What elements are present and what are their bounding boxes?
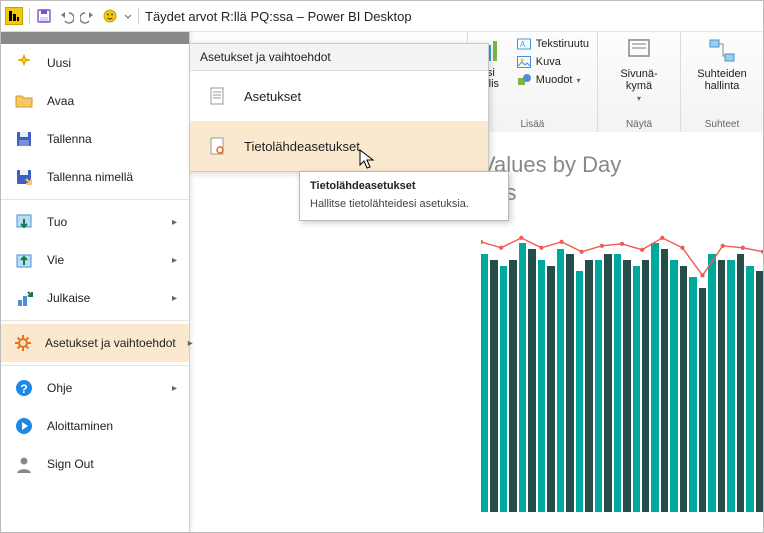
chart-point[interactable] <box>519 236 523 240</box>
ribbon-btn-tekstiruutu[interactable]: A Tekstiruutu <box>516 36 589 52</box>
play-icon <box>13 416 35 436</box>
ribbon-group-label: Näytä <box>626 117 652 130</box>
doc-lines-icon <box>204 81 230 111</box>
file-menu-item-aloittaminen[interactable]: Aloittaminen <box>1 407 189 445</box>
submenu-item-label: Asetukset <box>244 89 301 104</box>
chart-point[interactable] <box>499 246 503 250</box>
submenu-item-tietol-hdeasetukset[interactable]: Tietolähdeasetukset <box>190 121 488 171</box>
undo-icon[interactable] <box>58 8 74 24</box>
chart-point[interactable] <box>481 240 483 244</box>
menu-item-label: Aloittaminen <box>47 419 113 433</box>
divider <box>29 8 30 24</box>
svg-text:A: A <box>520 40 526 49</box>
tooltip-title: Tietolähdeasetukset <box>310 180 498 192</box>
chart-point[interactable] <box>620 242 624 246</box>
chart-point[interactable] <box>559 240 563 244</box>
ribbon-btn-suhteiden-hallinta[interactable]: Suhteiden hallinta <box>697 36 747 92</box>
chart-point[interactable] <box>761 250 763 254</box>
tooltip-body: Hallitse tietolähteidesi asetuksia. <box>310 198 498 210</box>
sparkle-icon <box>13 53 35 73</box>
file-menu-item-tuo[interactable]: Tuo <box>1 203 189 241</box>
file-menu-header <box>1 32 189 44</box>
menu-item-label: Tallenna <box>47 132 92 146</box>
menu-item-label: Vie <box>47 253 64 267</box>
chart-point[interactable] <box>600 244 604 248</box>
file-menu-item-asetukset-ja-vaihtoehdot[interactable]: Asetukset ja vaihtoehdot <box>1 324 189 362</box>
chart-point[interactable] <box>741 246 745 250</box>
publish-icon <box>13 288 35 308</box>
menu-separator <box>1 320 189 321</box>
gear-icon <box>13 333 33 353</box>
submenu-title: Asetukset ja vaihtoehdot <box>190 44 488 71</box>
file-menu-item-tallenna-nimell-[interactable]: Tallenna nimellä <box>1 158 189 196</box>
menu-item-label: Uusi <box>47 56 71 70</box>
file-menu-item-avaa[interactable]: Avaa <box>1 82 189 120</box>
ribbon-group-suhteet: Suhteiden hallinta Suhteet <box>680 32 763 132</box>
file-menu-item-julkaise[interactable]: Julkaise <box>1 279 189 317</box>
menu-separator <box>1 365 189 366</box>
menu-item-label: Sign Out <box>47 457 94 471</box>
shapes-icon <box>516 72 532 88</box>
person-icon <box>13 454 35 474</box>
doc-gear-icon <box>204 131 230 161</box>
ribbon-group-nayta: Sivunä- kymä ▾ Näytä <box>597 32 680 132</box>
chart-point[interactable] <box>580 250 584 254</box>
textbox-icon: A <box>516 36 532 52</box>
menu-item-label: Avaa <box>47 94 74 108</box>
chart-point[interactable] <box>680 246 684 250</box>
ribbon-btn-sivunakyma[interactable]: Sivunä- kymä ▾ <box>620 36 657 103</box>
tooltip: Tietolähdeasetukset Hallitse tietolähtei… <box>299 171 509 221</box>
menu-separator <box>1 199 189 200</box>
menu-item-label: Ohje <box>47 381 72 395</box>
ribbon-btn-kuva[interactable]: Kuva <box>516 54 589 70</box>
file-menu-item-sign-out[interactable]: Sign Out <box>1 445 189 483</box>
ribbon-btn-muodot[interactable]: Muodot ▾ <box>516 72 589 88</box>
chart-point[interactable] <box>660 236 664 240</box>
chevron-down-icon: ▾ <box>577 76 581 85</box>
title-bar: Täydet arvot R:llä PQ:ssa – Power BI Des… <box>1 1 763 32</box>
divider <box>138 8 139 24</box>
menu-item-label: Asetukset ja vaihtoehdot <box>45 336 176 350</box>
ribbon-groups: si alis A Tekstiruutu Kuva <box>467 32 763 132</box>
svg-text:?: ? <box>20 382 27 396</box>
chart-point[interactable] <box>721 244 725 248</box>
submenu-asetukset: Asetukset ja vaihtoehdot Asetukset Tietol… <box>189 43 489 172</box>
chart-title: Values by Day <box>481 152 763 178</box>
file-menu: Uusi Avaa Tallenna Tallenna nimellä Tuo Vie Ju… <box>1 32 190 532</box>
save-icon <box>13 129 35 149</box>
file-menu-item-ohje[interactable]: ? Ohje <box>1 369 189 407</box>
chart-point[interactable] <box>640 248 644 252</box>
menu-item-label: Tallenna nimellä <box>47 170 133 184</box>
folder-icon <box>13 91 35 111</box>
ribbon-group-label: Suhteet <box>705 117 739 130</box>
window-title: Täydet arvot R:llä PQ:ssa – Power BI Des… <box>145 9 412 24</box>
file-menu-item-tallenna[interactable]: Tallenna <box>1 120 189 158</box>
qat-dropdown-icon[interactable] <box>124 8 132 24</box>
app-window: Täydet arvot R:llä PQ:ssa – Power BI Des… <box>0 0 764 533</box>
submenu-item-label: Tietolähdeasetukset <box>244 139 360 154</box>
relationships-icon <box>707 36 737 66</box>
chart-point[interactable] <box>539 246 543 250</box>
ribbon-group-label: Lisää <box>520 117 544 130</box>
import-icon <box>13 212 35 232</box>
file-menu-item-vie[interactable]: Vie <box>1 241 189 279</box>
chevron-down-icon: ▾ <box>637 94 641 103</box>
export-icon <box>13 250 35 270</box>
file-menu-item-uusi[interactable]: Uusi <box>1 44 189 82</box>
page-view-icon <box>624 36 654 66</box>
save-icon[interactable] <box>36 8 52 24</box>
chart-subtitle: ues <box>481 180 763 206</box>
chart-point[interactable] <box>700 273 704 277</box>
powerbi-logo-icon <box>5 7 23 25</box>
menu-item-label: Julkaise <box>47 291 90 305</box>
image-icon <box>516 54 532 70</box>
save-as-icon <box>13 167 35 187</box>
menu-item-label: Tuo <box>47 215 67 229</box>
redo-icon[interactable] <box>80 8 96 24</box>
smiley-icon[interactable] <box>102 8 118 24</box>
help-icon: ? <box>13 378 35 398</box>
submenu-item-asetukset[interactable]: Asetukset <box>190 71 488 121</box>
chart-area[interactable] <box>481 232 763 512</box>
